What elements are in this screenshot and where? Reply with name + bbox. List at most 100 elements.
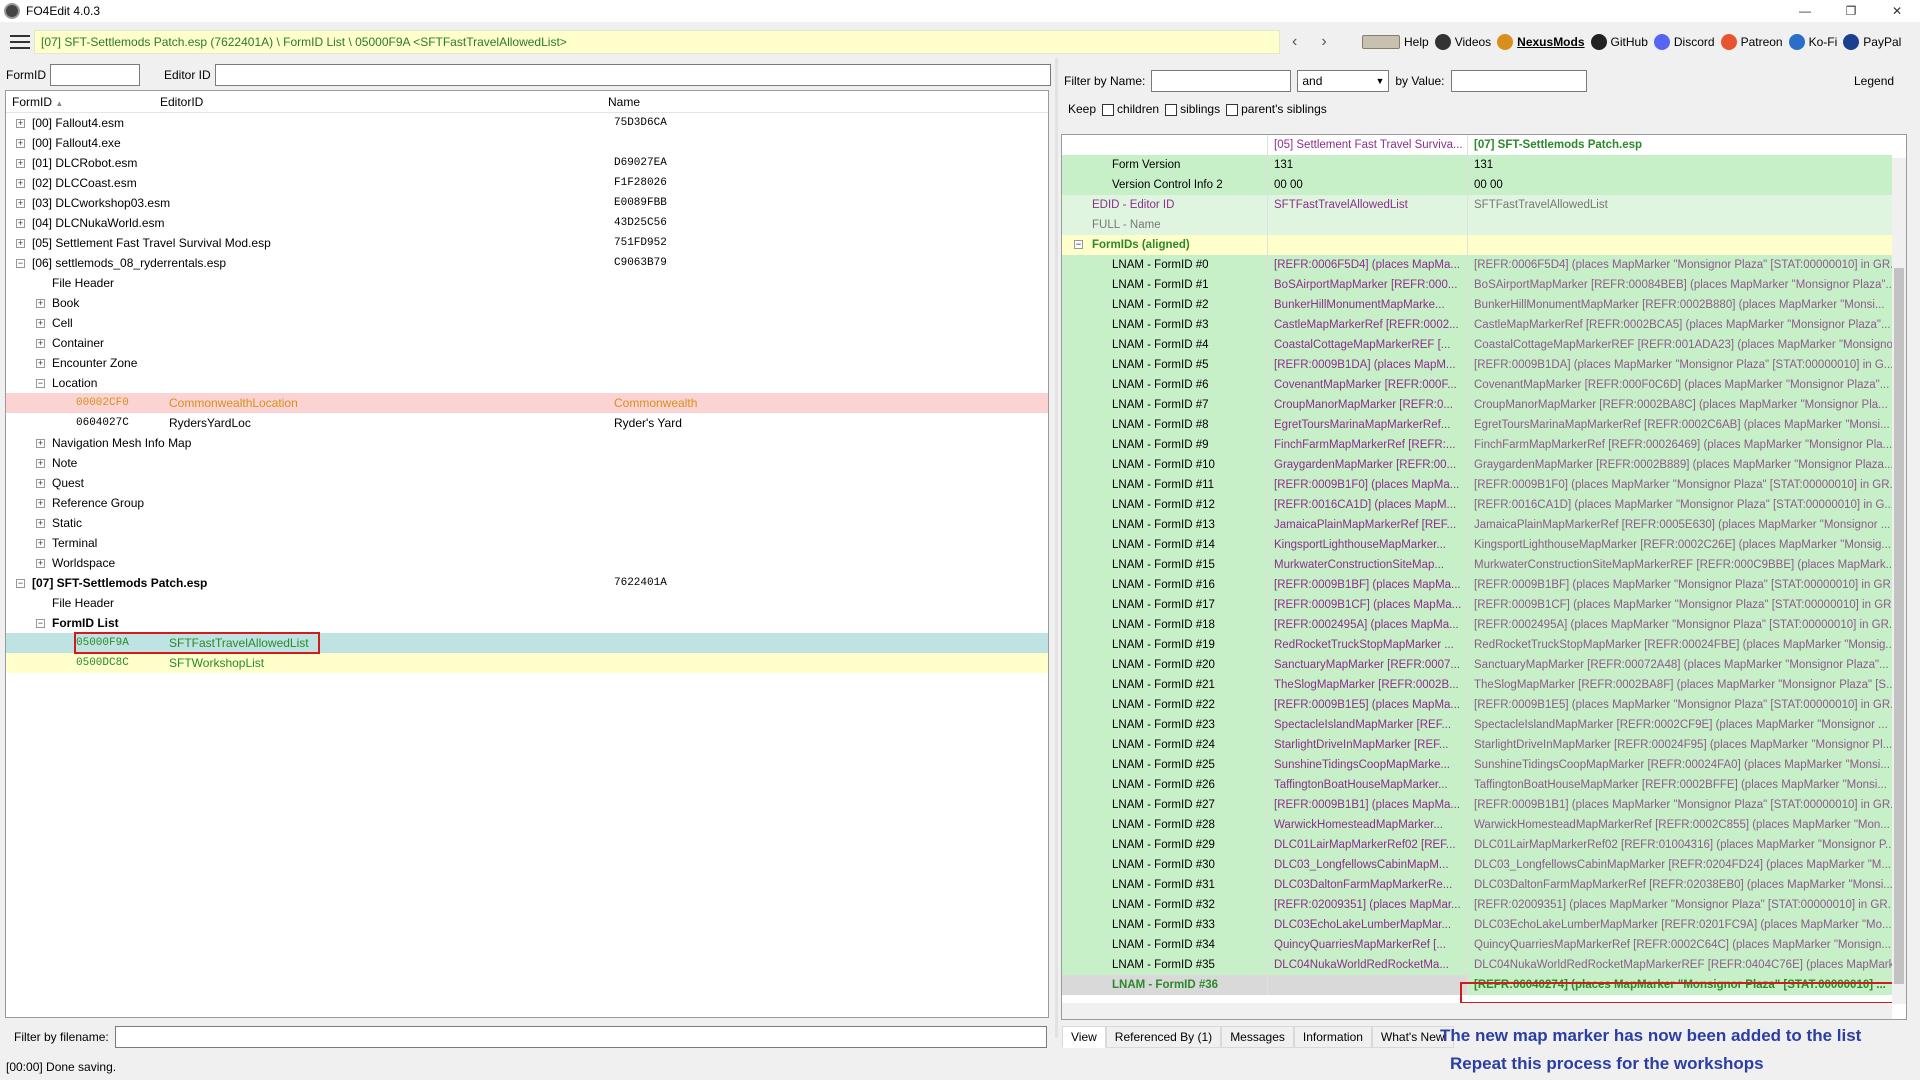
field-value-file07[interactable]: TheSlogMapMarker [REFR:0002BA8F] (places… xyxy=(1467,675,1892,695)
field-value-file05[interactable]: TheSlogMapMarker [REFR:0002B... xyxy=(1267,675,1467,695)
record-field-row[interactable]: LNAM - FormID #27 [REFR:0009B1B1] (places… xyxy=(1062,795,1906,815)
field-value-file07[interactable]: SanctuaryMapMarker [REFR:00072A48] (plac… xyxy=(1467,655,1892,675)
expand-icon[interactable]: + xyxy=(36,299,45,308)
link-discord[interactable]: Discord xyxy=(1653,34,1715,50)
field-value-file05[interactable]: [REFR:0006F5D4] (places MapMa... xyxy=(1267,255,1467,275)
expand-icon[interactable]: + xyxy=(36,459,45,468)
minimize-button[interactable]: — xyxy=(1782,0,1828,22)
field-value-file07[interactable]: FinchFarmMapMarkerRef [REFR:00026469] (p… xyxy=(1467,435,1892,455)
field-value-file07[interactable]: 131 xyxy=(1467,155,1892,175)
field-value-file05[interactable]: [REFR:0009B1BF] (places MapMa... xyxy=(1267,575,1467,595)
record-field-row[interactable]: LNAM - FormID #18 [REFR:0002495A] (places… xyxy=(1062,615,1906,635)
tree-group-row[interactable]: + Cell xyxy=(6,313,1048,333)
field-value-file07[interactable]: [REFR:0009B1DA] (places MapMarker "Monsi… xyxy=(1467,355,1892,375)
field-value-file05[interactable]: [REFR:0009B1DA] (places MapM... xyxy=(1267,355,1467,375)
expand-icon[interactable]: + xyxy=(36,519,45,528)
menu-icon[interactable] xyxy=(10,35,30,49)
field-value-file07[interactable]: KingsportLighthouseMapMarker [REFR:0002C… xyxy=(1467,535,1892,555)
column-file-07[interactable]: [07] SFT-Settlemods Patch.esp xyxy=(1467,135,1892,155)
field-value-file07[interactable] xyxy=(1467,215,1892,235)
filter-value-input[interactable] xyxy=(1450,70,1587,92)
field-value-file07[interactable]: SpectacleIslandMapMarker [REFR:0002CF9E]… xyxy=(1467,715,1892,735)
and-or-select[interactable]: and ▼ xyxy=(1297,70,1390,92)
record-field-row[interactable]: LNAM - FormID #23 SpectacleIslandMapMarke… xyxy=(1062,715,1906,735)
tree-record-row[interactable]: 0500DC8C SFTWorkshopList xyxy=(6,653,1048,673)
field-value-file07[interactable]: [REFR:0002495A] (places MapMarker "Monsi… xyxy=(1467,615,1892,635)
tree-group-row[interactable]: + Static xyxy=(6,513,1048,533)
tree-group-row[interactable]: + Container xyxy=(6,333,1048,353)
field-value-file07[interactable]: WarwickHomesteadMapMarkerRef [REFR:0002C… xyxy=(1467,815,1892,835)
restore-button[interactable]: ❐ xyxy=(1828,0,1874,22)
field-value-file07[interactable]: RedRocketTruckStopMapMarker [REFR:00024F… xyxy=(1467,635,1892,655)
field-value-file05[interactable]: MurkwaterConstructionSiteMap... xyxy=(1267,555,1467,575)
field-value-file05[interactable]: WarwickHomesteadMapMarker... xyxy=(1267,815,1467,835)
record-field-row[interactable]: LNAM - FormID #1 BoSAirportMapMarker [REF… xyxy=(1062,275,1906,295)
keep-children-checkbox[interactable]: children xyxy=(1102,102,1159,116)
filter-filename-input[interactable] xyxy=(114,1026,1047,1048)
field-value-file07[interactable]: TaffingtonBoatHouseMapMarker [REFR:0002B… xyxy=(1467,775,1892,795)
tree-record-row[interactable]: 00002CF0 CommonwealthLocation Commonwealth xyxy=(6,393,1048,413)
tab-referenced-by-1[interactable]: Referenced By (1) xyxy=(1105,1026,1222,1048)
tab-messages[interactable]: Messages xyxy=(1221,1026,1294,1048)
tree-group-row[interactable]: + Book xyxy=(6,293,1048,313)
link-patreon[interactable]: Patreon xyxy=(1720,34,1783,50)
field-value-file05[interactable]: CroupManorMapMarker [REFR:0... xyxy=(1267,395,1467,415)
field-value-file05[interactable]: DLC03_LongfellowsCabinMapM... xyxy=(1267,855,1467,875)
tree-plugin-row[interactable]: + [01] DLCRobot.esm D69027EA xyxy=(6,153,1048,173)
record-field-row[interactable]: LNAM - FormID #12 [REFR:0016CA1D] (places… xyxy=(1062,495,1906,515)
tree-group-row[interactable]: + Worldspace xyxy=(6,553,1048,573)
record-field-row[interactable]: LNAM - FormID #30 DLC03_LongfellowsCabinM… xyxy=(1062,855,1906,875)
tab-view[interactable]: View xyxy=(1062,1026,1106,1048)
record-field-row[interactable]: LNAM - FormID #32 [REFR:02009351] (places… xyxy=(1062,895,1906,915)
record-field-row[interactable]: LNAM - FormID #21 TheSlogMapMarker [REFR:… xyxy=(1062,675,1906,695)
record-field-row[interactable]: LNAM - FormID #31 DLC03DaltonFarmMapMarke… xyxy=(1062,875,1906,895)
expand-icon[interactable]: + xyxy=(36,539,45,548)
collapse-icon[interactable]: − xyxy=(36,619,45,628)
record-field-row[interactable]: LNAM - FormID #15 MurkwaterConstructionSi… xyxy=(1062,555,1906,575)
field-value-file05[interactable]: FinchFarmMapMarkerRef [REFR:... xyxy=(1267,435,1467,455)
expand-icon[interactable]: + xyxy=(16,219,25,228)
expand-icon[interactable]: + xyxy=(36,559,45,568)
field-value-file07[interactable]: SunshineTidingsCoopMapMarker [REFR:00024… xyxy=(1467,755,1892,775)
record-field-row[interactable]: Form Version 131 131 xyxy=(1062,155,1906,175)
field-value-file05[interactable]: RedRocketTruckStopMapMarker ... xyxy=(1267,635,1467,655)
record-field-row[interactable]: LNAM - FormID #16 [REFR:0009B1BF] (places… xyxy=(1062,575,1906,595)
record-field-row[interactable]: LNAM - FormID #8 EgretToursMarinaMapMarke… xyxy=(1062,415,1906,435)
field-value-file07[interactable]: [REFR:0016CA1D] (places MapMarker "Monsi… xyxy=(1467,495,1892,515)
field-value-file05[interactable]: [REFR:0016CA1D] (places MapM... xyxy=(1267,495,1467,515)
tree-group-row[interactable]: − Location xyxy=(6,373,1048,393)
field-value-file07[interactable]: JamaicaPlainMapMarkerRef [REFR:0005E630]… xyxy=(1467,515,1892,535)
record-field-row[interactable]: LNAM - FormID #17 [REFR:0009B1CF] (places… xyxy=(1062,595,1906,615)
field-value-file07[interactable]: MurkwaterConstructionSiteMapMarkerREF [R… xyxy=(1467,555,1892,575)
field-value-file05[interactable]: 00 00 xyxy=(1267,175,1467,195)
tree-group-row[interactable]: + Navigation Mesh Info Map xyxy=(6,433,1048,453)
tree-plugin-row[interactable]: + [03] DLCworkshop03.esm E0089FBB xyxy=(6,193,1048,213)
vertical-scrollbar[interactable] xyxy=(1892,158,1906,1004)
expand-icon[interactable]: + xyxy=(36,359,45,368)
record-field-row[interactable]: LNAM - FormID #26 TaffingtonBoatHouseMapM… xyxy=(1062,775,1906,795)
field-value-file07[interactable]: CoastalCottageMapMarkerREF [REFR:001ADA2… xyxy=(1467,335,1892,355)
tree-plugin-row[interactable]: + [02] DLCCoast.esm F1F28026 xyxy=(6,173,1048,193)
expand-icon[interactable]: + xyxy=(36,339,45,348)
field-value-file05[interactable] xyxy=(1267,975,1467,995)
field-value-file05[interactable]: [REFR:0009B1E5] (places MapMa... xyxy=(1267,695,1467,715)
field-value-file05[interactable]: BunkerHillMonumentMapMarke... xyxy=(1267,295,1467,315)
record-field-row[interactable]: LNAM - FormID #3 CastleMapMarkerRef [REFR… xyxy=(1062,315,1906,335)
record-field-row[interactable]: FormIDs (aligned) − xyxy=(1062,235,1906,255)
collapse-icon[interactable]: − xyxy=(16,259,25,268)
field-value-file05[interactable]: KingsportLighthouseMapMarker... xyxy=(1267,535,1467,555)
field-value-file07[interactable]: DLC04NukaWorldRedRocketMapMarkerREF [REF… xyxy=(1467,955,1892,975)
tree-plugin-row[interactable]: − [07] SFT-Settlemods Patch.esp 7622401A xyxy=(6,573,1048,593)
record-field-row[interactable]: LNAM - FormID #9 FinchFarmMapMarkerRef [R… xyxy=(1062,435,1906,455)
field-value-file07[interactable]: 00 00 xyxy=(1467,175,1892,195)
link-paypal[interactable]: PayPal xyxy=(1843,34,1901,50)
field-value-file05[interactable]: [REFR:0002495A] (places MapMa... xyxy=(1267,615,1467,635)
field-value-file07[interactable]: [REFR:02009351] (places MapMarker "Monsi… xyxy=(1467,895,1892,915)
pane-splitter[interactable] xyxy=(1055,58,1058,1038)
record-field-row[interactable]: LNAM - FormID #35 DLC04NukaWorldRedRocket… xyxy=(1062,955,1906,975)
link-help[interactable]: Help xyxy=(1362,35,1429,49)
scroll-thumb[interactable] xyxy=(1894,268,1904,984)
expand-icon[interactable]: + xyxy=(16,159,25,168)
expand-icon[interactable]: + xyxy=(16,119,25,128)
field-value-file07[interactable]: CovenantMapMarker [REFR:000F0C6D] (place… xyxy=(1467,375,1892,395)
